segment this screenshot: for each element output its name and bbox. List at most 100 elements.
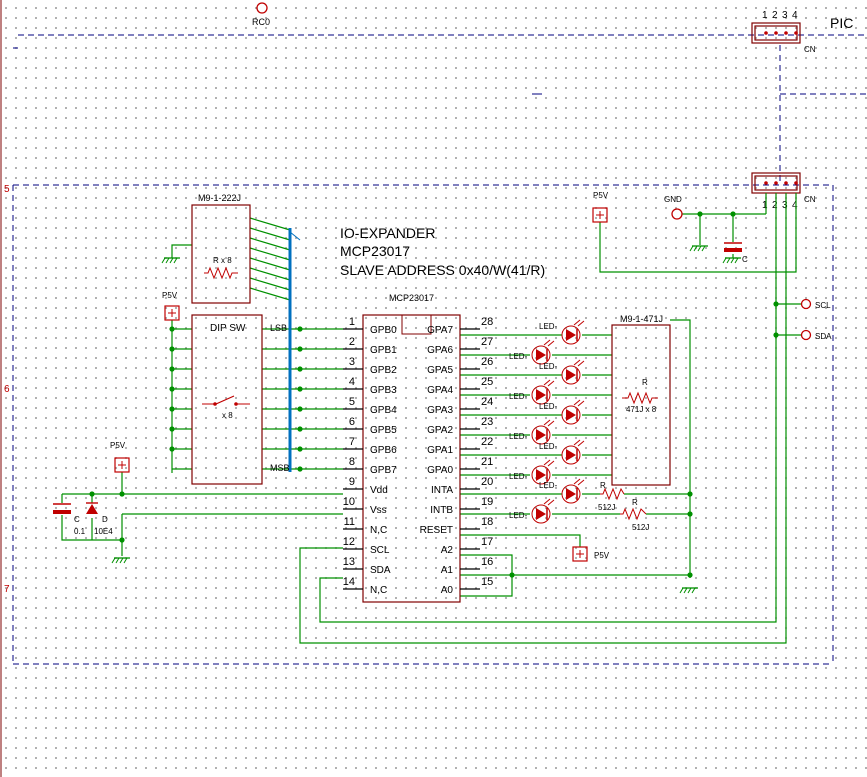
p5v-dipsw: P5V	[162, 291, 180, 321]
led-body	[566, 449, 576, 461]
chip-right-pin-number: 18	[481, 516, 493, 528]
mcp23017-chip: MCP23017 1 GPB0 2 GPB1 3 GPB2 4 GPB3 5 GPB4 6 GPB5 7…	[343, 293, 494, 603]
led-array: LED- LED- LED- LED- LED- LED- LED- LED- LED- LED-	[509, 319, 585, 524]
title-line-3: SLAVE ADDRESS 0x40/W(41/R)	[340, 262, 545, 278]
chip-right-pin-name: INTB	[430, 505, 453, 516]
top-cn-pin-2: 2	[772, 10, 778, 21]
bus-cn-pin-3: 3	[782, 200, 788, 211]
bus-cn-pin-1: 1	[762, 200, 768, 211]
led-label: LED-	[509, 392, 528, 401]
chip-right-pin-name: A2	[441, 545, 454, 556]
chip-right-pin-number: 16	[481, 556, 493, 568]
chip-left-pin-name: N,C	[370, 525, 387, 536]
chip-left-pin-name: GPB6	[370, 445, 397, 456]
led: LED-	[539, 319, 585, 345]
p5v-reset: P5V	[572, 546, 610, 562]
bus-cn-ref: CN	[804, 195, 816, 204]
led: LED-	[539, 478, 585, 504]
int-resistor-b-value: 512J	[632, 523, 649, 532]
chip-right-pin-name: GPA7	[427, 325, 453, 336]
led-label: LED-	[509, 511, 528, 520]
chip-right-pin-number: 22	[481, 436, 493, 448]
chip-right-pin-number: 15	[481, 576, 493, 588]
chip-left-pin-number: 4	[349, 376, 355, 388]
chip-left-pin-number: 10	[343, 496, 355, 508]
led-body	[566, 409, 576, 421]
rpack-right-value: 471J x 8	[626, 405, 657, 414]
chip-right-pin-number: 20	[481, 476, 493, 488]
schematic-canvas: 5 6 7 PIC RC0 1 2 3 4 CN 1 2 3 4 CN IO-E…	[0, 0, 867, 777]
rc0-label: RC0	[252, 17, 270, 27]
int-resistor-b: R 512J	[620, 498, 649, 532]
chip-left-pin-number: 2	[349, 336, 355, 348]
chip-right-pin-number: 19	[481, 496, 493, 508]
led: LED-	[509, 379, 555, 405]
top-cn-pin-1: 1	[762, 10, 768, 21]
chip-left-pin-name: GPB1	[370, 345, 397, 356]
chip-right-pin-number: 25	[481, 376, 493, 388]
dec-diode-label: D	[102, 515, 108, 524]
decoupling-diode: D 10E4	[86, 502, 113, 536]
led-arrow	[577, 360, 585, 367]
chip-right-pin-number: 21	[481, 456, 493, 468]
chip-right-pin-name: RESET	[420, 525, 453, 536]
chip-left-pin-number: 3	[349, 356, 355, 368]
chip-left-pin-number: 7	[349, 436, 355, 448]
led-body	[536, 508, 546, 520]
top-cn-ref: CN	[804, 45, 816, 54]
chip-left-pin-name: Vss	[370, 505, 387, 516]
p5v-bus: P5V	[592, 191, 609, 223]
chip-left-pin-number: 12	[343, 536, 355, 548]
chip-left-pin-name: Vdd	[370, 485, 388, 496]
led-arrow	[577, 320, 585, 327]
rc0-testpoint: RC0	[252, 2, 270, 27]
p5v-reset-label: P5V	[594, 551, 610, 560]
top-cn-pin-3: 3	[782, 10, 788, 21]
chip-right-pin-name: GPA0	[427, 465, 453, 476]
int-resistor-a-r: R	[600, 481, 606, 490]
led-label: LED-	[539, 362, 558, 371]
ground-icon	[111, 557, 130, 564]
chip-left-pin-name: GPB0	[370, 325, 397, 336]
chip-left-pin-name: SDA	[370, 565, 391, 576]
led-arrow	[573, 439, 581, 446]
led-body	[566, 488, 576, 500]
title-line-1: IO-EXPANDER	[340, 225, 435, 241]
ground-icon	[679, 587, 698, 594]
chip-pins: 1 GPB0 2 GPB1 3 GPB2 4 GPB3 5 GPB4 6 GPB5 7 GPB6 8 GPB7…	[343, 316, 494, 596]
rpack-right-r: R	[642, 378, 648, 387]
led-arrow	[547, 460, 555, 467]
led-arrow	[573, 319, 581, 326]
led-arrow	[547, 499, 555, 506]
led-arrow	[577, 440, 585, 447]
led-arrow	[543, 498, 551, 505]
dec-cap-value: 0.1	[74, 527, 86, 536]
led-arrow	[577, 479, 585, 486]
row-label-6: 6	[4, 384, 10, 395]
ground-icon	[722, 257, 741, 264]
p5v-bus-label: P5V	[593, 191, 609, 200]
chip-left-pin-name: GPB3	[370, 385, 397, 396]
led-arrow	[543, 459, 551, 466]
led-arrow	[543, 419, 551, 426]
chip-left-pin-number: 5	[349, 396, 355, 408]
chip-right-pin-number: 17	[481, 536, 493, 548]
chip-right-pin-name: INTA	[431, 485, 453, 496]
rpack-top: M9-1-222J R x 8	[191, 193, 251, 304]
chip-left-pin-number: 14	[343, 576, 355, 588]
p5v-vdd: P5V	[110, 441, 130, 473]
chip-left-pin-name: SCL	[370, 545, 390, 556]
chip-right-pin-name: A1	[441, 565, 454, 576]
led-arrow	[573, 478, 581, 485]
dipsw-msb: MSB	[270, 463, 290, 473]
int-resistor-a-value: 512J	[598, 503, 615, 512]
chip-right-pin-name: A0	[441, 585, 454, 596]
p5v-dipsw-label: P5V	[162, 291, 178, 300]
chip-right-pin-name: GPA4	[427, 385, 453, 396]
chip-left-pin-name: GPB5	[370, 425, 397, 436]
led-arrow	[577, 400, 585, 407]
int-resistor-b-r: R	[632, 498, 638, 507]
led-label: LED-	[509, 472, 528, 481]
chip-left-pin-number: 1	[349, 316, 355, 328]
led-label: LED-	[539, 322, 558, 331]
